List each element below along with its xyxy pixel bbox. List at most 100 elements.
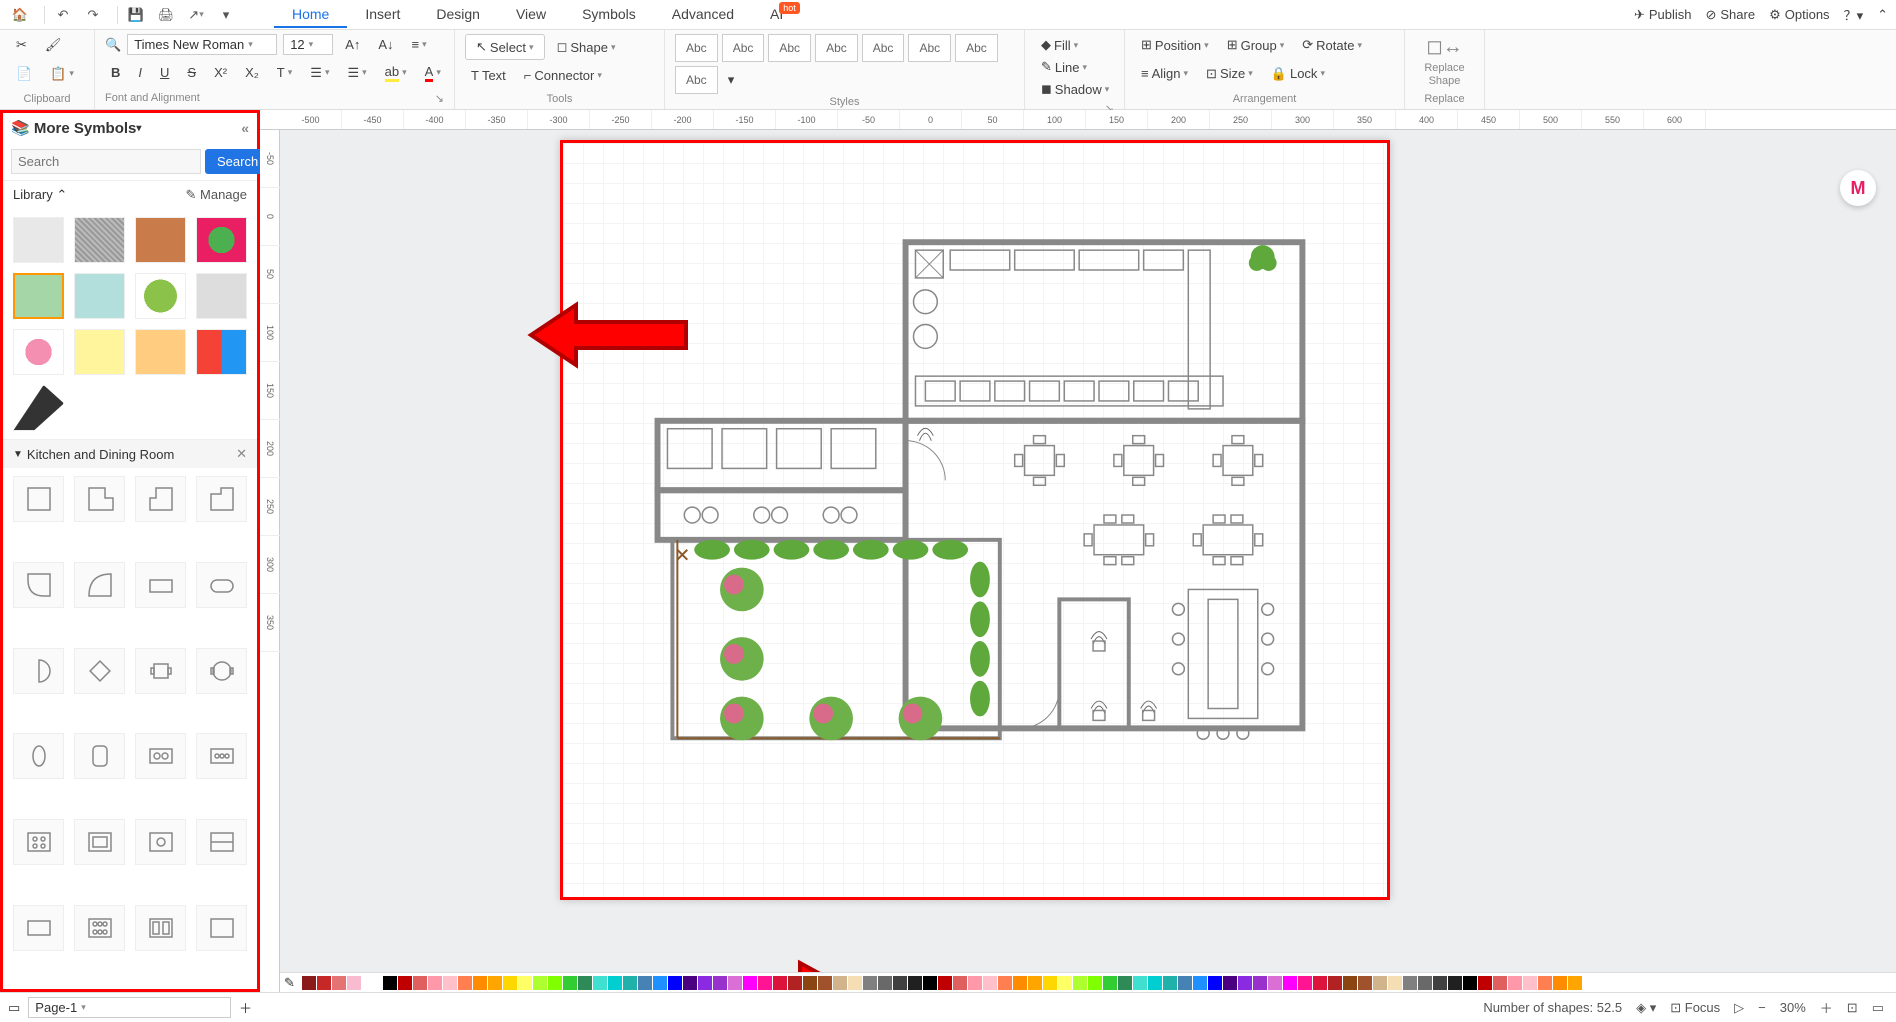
color-swatch[interactable] [1118, 976, 1132, 990]
paste-icon[interactable]: 📋 [44, 63, 80, 85]
zoom-level[interactable]: 30% [1780, 1000, 1806, 1015]
color-swatch[interactable] [698, 976, 712, 990]
rotate-button[interactable]: ⟳ Rotate [1296, 34, 1368, 56]
symbol-item[interactable] [13, 476, 64, 522]
italic-icon[interactable]: I [132, 62, 148, 83]
library-label[interactable]: Library ⌃ [13, 187, 67, 203]
color-swatch[interactable] [458, 976, 472, 990]
share-button[interactable]: ⊘ Share [1705, 7, 1755, 23]
connector-tool[interactable]: ⌐ Connector [518, 65, 608, 86]
color-swatch[interactable] [878, 976, 892, 990]
color-swatch[interactable] [863, 976, 877, 990]
floor-plan-drawing[interactable] [563, 143, 1387, 897]
font-search-icon[interactable]: 🔍 [105, 37, 121, 53]
color-swatch[interactable] [383, 976, 397, 990]
linespacing-icon[interactable]: T [271, 62, 298, 83]
color-swatch[interactable] [1013, 976, 1027, 990]
text-tool[interactable]: T Text [465, 65, 512, 86]
symbol-item[interactable] [135, 819, 186, 865]
color-swatch[interactable] [938, 976, 952, 990]
strike-icon[interactable]: S [181, 62, 202, 83]
symbol-item[interactable] [135, 217, 186, 263]
symbol-item[interactable] [196, 476, 247, 522]
subscript-icon[interactable]: X₂ [239, 62, 265, 83]
color-swatch[interactable] [833, 976, 847, 990]
color-swatch[interactable] [443, 976, 457, 990]
color-swatch[interactable] [578, 976, 592, 990]
color-swatch[interactable] [1223, 976, 1237, 990]
color-swatch[interactable] [1448, 976, 1462, 990]
symbol-item[interactable] [135, 329, 186, 375]
focus-button[interactable]: ⊡ Focus [1670, 1000, 1720, 1016]
color-swatch[interactable] [1538, 976, 1552, 990]
color-swatch[interactable] [593, 976, 607, 990]
color-swatch[interactable] [803, 976, 817, 990]
color-swatch[interactable] [923, 976, 937, 990]
undo-icon[interactable]: ↶ [51, 3, 75, 27]
color-swatch[interactable] [953, 976, 967, 990]
zoom-in-icon[interactable]: ＋ [1820, 998, 1833, 1017]
color-swatch[interactable] [1343, 976, 1357, 990]
fill-button[interactable]: ◆ Fill [1035, 34, 1114, 56]
bold-icon[interactable]: B [105, 62, 126, 83]
format-painter-icon[interactable]: 🖌 [39, 34, 68, 56]
lock-button[interactable]: 🔒 Lock [1265, 63, 1331, 85]
tab-ai[interactable]: AIhot [752, 2, 822, 28]
shadow-button[interactable]: ◼ Shadow [1035, 78, 1114, 100]
tab-advanced[interactable]: Advanced [654, 2, 752, 28]
color-swatch[interactable] [347, 976, 361, 990]
color-swatch[interactable] [1043, 976, 1057, 990]
font-dialog-launcher-icon[interactable]: ↘ [435, 92, 444, 105]
present-icon[interactable]: ▷ [1734, 1000, 1744, 1016]
grow-font-icon[interactable]: A↑ [339, 34, 366, 55]
size-button[interactable]: ⊡ Size [1200, 63, 1259, 85]
tab-symbols[interactable]: Symbols [564, 2, 654, 28]
tab-insert[interactable]: Insert [347, 2, 418, 28]
symbol-item[interactable] [196, 562, 247, 608]
symbol-item[interactable] [13, 217, 64, 263]
symbol-item[interactable] [13, 648, 64, 694]
color-swatch[interactable] [1238, 976, 1252, 990]
symbol-item[interactable] [135, 905, 186, 951]
add-page-icon[interactable]: ＋ [239, 998, 252, 1017]
color-swatch[interactable] [1208, 976, 1222, 990]
color-swatch[interactable] [1463, 976, 1477, 990]
symbol-item[interactable] [135, 273, 186, 319]
symbol-item[interactable] [135, 476, 186, 522]
layers-icon[interactable]: ◈ ▾ [1636, 1000, 1656, 1016]
color-swatch[interactable] [332, 976, 346, 990]
symbol-item[interactable] [74, 562, 125, 608]
color-swatch[interactable] [1133, 976, 1147, 990]
home-icon[interactable]: 🏠 [8, 3, 32, 27]
highlight-icon[interactable]: ab [379, 61, 413, 85]
position-button[interactable]: ⊞ Position [1135, 34, 1215, 56]
color-swatch[interactable] [788, 976, 802, 990]
color-swatch[interactable] [998, 976, 1012, 990]
symbol-item[interactable] [74, 476, 125, 522]
redo-icon[interactable]: ↷ [81, 3, 105, 27]
color-swatch[interactable] [1523, 976, 1537, 990]
color-swatch[interactable] [1313, 976, 1327, 990]
color-swatch[interactable] [563, 976, 577, 990]
symbol-item[interactable] [196, 905, 247, 951]
fit-width-icon[interactable]: ▭ [1872, 1000, 1884, 1016]
font-color-icon[interactable]: A [419, 61, 447, 85]
replace-shape-button[interactable]: Replace Shape [1415, 62, 1474, 88]
bullet-list-icon[interactable]: ☰ [341, 62, 372, 84]
zoom-out-icon[interactable]: − [1758, 1000, 1766, 1015]
color-swatch[interactable] [623, 976, 637, 990]
fit-page-icon[interactable]: ⊡ [1847, 1000, 1858, 1016]
style-preset-3[interactable]: Abc [768, 34, 811, 62]
tab-view[interactable]: View [498, 2, 564, 28]
symbol-item[interactable] [196, 273, 247, 319]
color-swatch[interactable] [533, 976, 547, 990]
symbol-item[interactable] [196, 329, 247, 375]
symbol-item[interactable] [196, 648, 247, 694]
color-swatch[interactable] [1088, 976, 1102, 990]
symbol-item[interactable] [135, 648, 186, 694]
color-swatch[interactable] [1283, 976, 1297, 990]
color-swatch[interactable] [1403, 976, 1417, 990]
symbol-item[interactable] [74, 329, 125, 375]
color-swatch[interactable] [1328, 976, 1342, 990]
symbol-item[interactable] [74, 905, 125, 951]
